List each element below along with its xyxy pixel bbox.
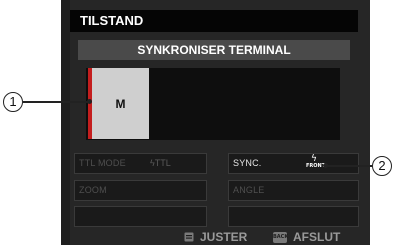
callout-2-dot [323,163,328,168]
afslut-button[interactable]: BACK AFSLUT [273,230,340,244]
footer-bar: JUSTER BACK AFSLUT [61,228,370,245]
juster-button[interactable]: JUSTER [184,230,247,244]
angle-cell[interactable]: ANGLE [228,180,359,201]
page-title: TILSTAND [80,13,144,28]
callout-1-leader [23,101,89,103]
empty-cell-left[interactable] [74,206,207,227]
menu-ok-icon [184,232,194,242]
sync-terminal-button[interactable]: SYNKRONISER TERMINAL [78,40,350,60]
sync-cell[interactable]: SYNC. ϟ FRONT [228,153,359,174]
ttl-mode-value: ϟTTL [150,158,171,168]
callout-2: 2 [372,156,392,176]
sync-label: SYNC. [233,158,262,168]
group-label: M [115,97,126,111]
juster-label: JUSTER [200,230,248,244]
flash-icon: ϟ FRONT [306,154,326,170]
sync-front-value: FRONT [306,163,326,169]
zoom-label: ZOOM [79,185,107,195]
zoom-cell[interactable]: ZOOM [74,180,207,201]
sync-terminal-label: SYNKRONISER TERMINAL [137,43,291,57]
callout-2-leader [326,165,372,167]
angle-label: ANGLE [233,185,265,195]
ttl-mode-label: TTL MODE [79,158,126,168]
back-icon: BACK [273,231,288,243]
ttl-mode-cell[interactable]: TTL MODE ϟTTL [74,153,207,174]
title-bar: TILSTAND [70,10,358,32]
callout-1-dot [87,99,92,104]
callout-1: 1 [3,92,23,112]
group-tile-m[interactable]: M [92,68,149,139]
afslut-label: AFSLUT [293,230,341,244]
empty-cell-right[interactable] [228,206,359,227]
